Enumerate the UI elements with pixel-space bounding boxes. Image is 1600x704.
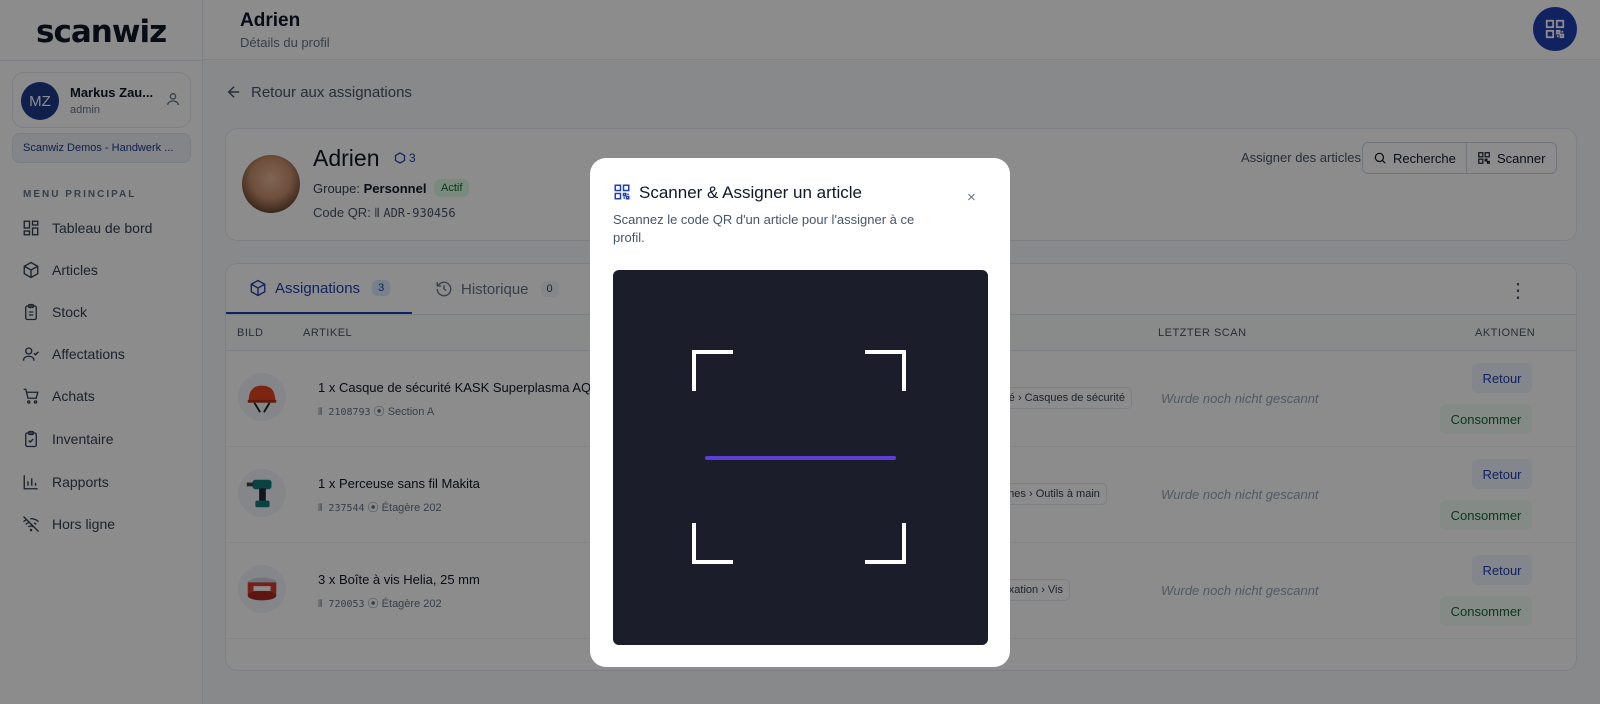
- qr-code-icon: [614, 184, 630, 200]
- scan-line: [705, 456, 896, 460]
- scan-frame-corner: [865, 523, 906, 564]
- scan-assign-modal: Scanner & Assigner un article × Scannez …: [590, 158, 1010, 667]
- scan-frame-corner: [692, 350, 733, 391]
- scan-frame-corner: [692, 523, 733, 564]
- camera-scanner-view[interactable]: [613, 270, 988, 645]
- close-icon[interactable]: ×: [967, 189, 976, 206]
- scan-frame-corner: [865, 350, 906, 391]
- modal-title: Scanner & Assigner un article: [639, 183, 863, 202]
- modal-description: Scannez le code QR d'un article pour l'a…: [613, 212, 915, 245]
